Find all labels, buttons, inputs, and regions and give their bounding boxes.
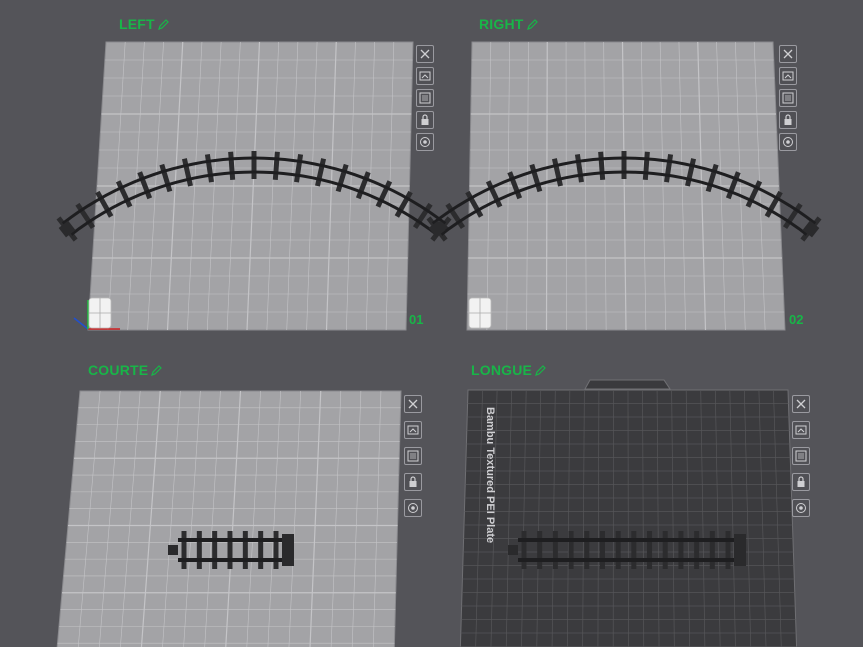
track-sleeper: [568, 531, 574, 569]
plate-number-01: 01: [409, 312, 424, 327]
plate-toolbar-longue: [792, 395, 810, 517]
lock-icon: [797, 476, 805, 487]
track-sleeper: [599, 531, 605, 569]
auto-arrange-button[interactable]: [416, 67, 434, 85]
track-connector: [734, 534, 746, 566]
track-sleeper: [242, 531, 248, 569]
close-button[interactable]: [404, 395, 422, 413]
track-sleeper: [694, 531, 700, 569]
lock-icon: [784, 114, 792, 125]
plate-name-longue[interactable]: LONGUE: [471, 362, 546, 378]
plate-settings-icon: [419, 92, 431, 104]
lock-icon: [409, 476, 417, 487]
auto-arrange-button[interactable]: [404, 421, 422, 439]
track-sleeper: [678, 531, 684, 569]
home-thumbnail-right: [468, 297, 492, 329]
track-rail: [518, 538, 734, 542]
lock-button[interactable]: [792, 473, 810, 491]
plate-settings-button[interactable]: [779, 89, 797, 107]
plate-settings-icon: [407, 450, 419, 462]
edit-pencil-icon[interactable]: [535, 364, 546, 376]
auto-arrange-icon: [407, 425, 419, 435]
track-rail: [178, 558, 282, 562]
close-icon: [420, 49, 430, 59]
track-connector: [282, 534, 294, 566]
build-plate-courte-surface: [56, 390, 402, 647]
plate-toolbar-left: [416, 45, 434, 151]
auto-orient-button[interactable]: [416, 133, 434, 151]
track-sleeper: [196, 531, 202, 569]
track-sleeper: [272, 151, 280, 180]
track-sleeper: [584, 531, 590, 569]
lock-button[interactable]: [404, 473, 422, 491]
close-icon: [796, 399, 806, 409]
plate-toolbar-right: [779, 45, 797, 151]
track-connector: [168, 545, 178, 555]
auto-arrange-icon: [782, 71, 794, 81]
edit-pencil-icon[interactable]: [151, 364, 163, 376]
axis-y: [73, 317, 89, 330]
edit-pencil-icon[interactable]: [526, 18, 538, 30]
track-sleeper: [181, 531, 187, 569]
plate-settings-icon: [782, 92, 794, 104]
track-sleeper: [642, 151, 650, 180]
auto-orient-icon: [420, 137, 430, 147]
auto-orient-button[interactable]: [792, 499, 810, 517]
track-sleeper: [521, 531, 527, 569]
track-sleeper: [537, 531, 543, 569]
track-rail: [518, 558, 734, 562]
track-sleeper: [258, 531, 264, 569]
plate-settings-button[interactable]: [792, 447, 810, 465]
track-sleeper: [552, 531, 558, 569]
plate-settings-icon: [795, 450, 807, 462]
track-sleeper: [273, 531, 279, 569]
track-sleeper: [598, 151, 606, 180]
track-sleeper: [212, 531, 218, 569]
track-sleeper: [709, 531, 715, 569]
track-connector: [508, 545, 518, 555]
close-button[interactable]: [792, 395, 810, 413]
plate-name-right[interactable]: RIGHT: [479, 16, 538, 32]
track-rail: [178, 538, 282, 542]
build-plate-longue-surface: [459, 379, 798, 647]
plate-name-courte[interactable]: COURTE: [88, 362, 163, 378]
track-sleeper: [662, 531, 668, 569]
plate-settings-button[interactable]: [416, 89, 434, 107]
bed-label-text: Bambu Textured PEI Plate: [484, 407, 496, 544]
auto-arrange-icon: [419, 71, 431, 81]
auto-orient-icon: [408, 503, 418, 513]
plate-number-02: 02: [789, 312, 804, 327]
track-sleeper: [228, 151, 236, 180]
track-sleeper: [227, 531, 233, 569]
auto-arrange-icon: [795, 425, 807, 435]
plate-handle: [584, 379, 671, 390]
plate-toolbar-courte: [404, 395, 422, 517]
auto-orient-button[interactable]: [779, 133, 797, 151]
track-sleeper: [615, 531, 621, 569]
close-icon: [408, 399, 418, 409]
lock-icon: [421, 114, 429, 125]
auto-orient-icon: [783, 137, 793, 147]
track-sleeper: [631, 531, 637, 569]
close-icon: [783, 49, 793, 59]
track-sleeper: [725, 531, 731, 569]
plate-settings-button[interactable]: [404, 447, 422, 465]
lock-button[interactable]: [416, 111, 434, 129]
auto-orient-icon: [796, 503, 806, 513]
auto-orient-button[interactable]: [404, 499, 422, 517]
auto-arrange-button[interactable]: [779, 67, 797, 85]
home-thumbnail-left: [88, 297, 112, 329]
close-button[interactable]: [779, 45, 797, 63]
track-sleeper: [647, 531, 653, 569]
lock-button[interactable]: [779, 111, 797, 129]
close-button[interactable]: [416, 45, 434, 63]
auto-arrange-button[interactable]: [792, 421, 810, 439]
